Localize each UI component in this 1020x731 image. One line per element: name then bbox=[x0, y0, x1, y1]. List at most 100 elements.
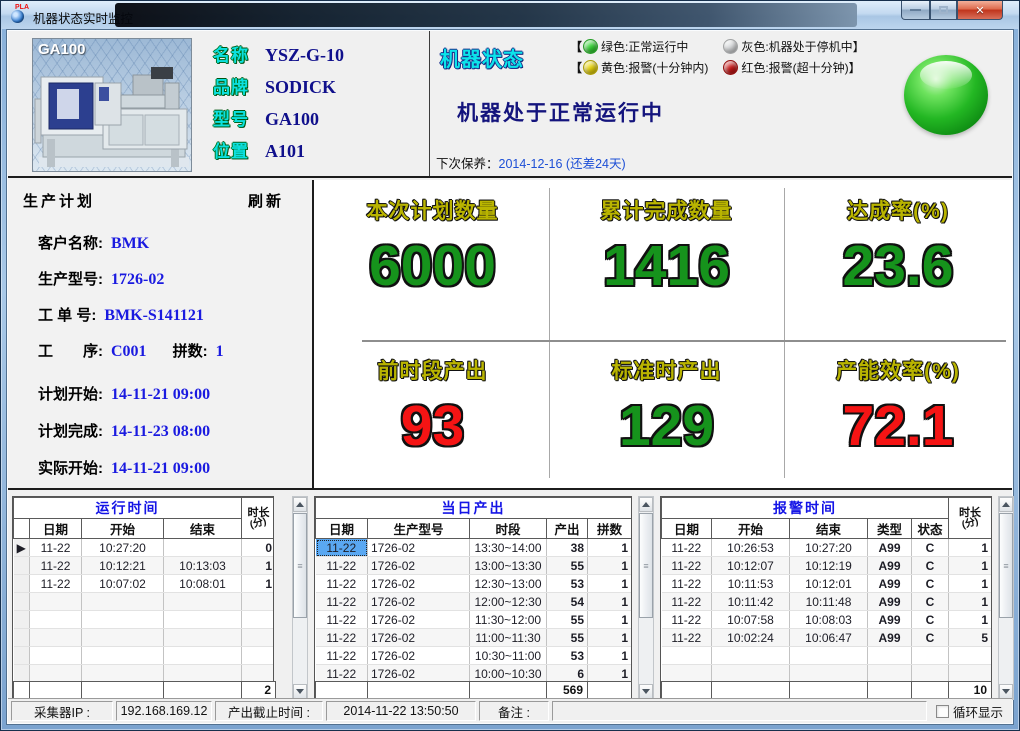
table-cell[interactable]: 10:08:01 bbox=[164, 575, 242, 593]
alarm-col-end[interactable]: 结束 bbox=[790, 519, 868, 539]
table-cell[interactable] bbox=[14, 575, 30, 593]
table-cell[interactable]: 10:07:58 bbox=[712, 611, 790, 629]
table-cell[interactable]: 10:02:24 bbox=[712, 629, 790, 647]
table-cell[interactable]: 1 bbox=[949, 557, 992, 575]
table-cell[interactable]: 55 bbox=[547, 629, 588, 647]
table-row[interactable]: 11-2210:02:2410:06:47A99C5 bbox=[662, 629, 992, 647]
scroll-down-button[interactable] bbox=[999, 684, 1013, 699]
table-cell[interactable]: 11-22 bbox=[662, 593, 712, 611]
table-cell[interactable]: 10:12:19 bbox=[790, 557, 868, 575]
table-cell[interactable]: 11:30~12:00 bbox=[470, 611, 547, 629]
table-cell[interactable] bbox=[14, 557, 30, 575]
table-cell[interactable]: 10:11:53 bbox=[712, 575, 790, 593]
table-cell[interactable]: 10:11:42 bbox=[712, 593, 790, 611]
table-cell[interactable] bbox=[164, 539, 242, 557]
alarm-col-status[interactable]: 状态 bbox=[912, 519, 949, 539]
table-cell[interactable]: 11-22 bbox=[30, 575, 82, 593]
table-cell[interactable]: 10:12:01 bbox=[790, 575, 868, 593]
scroll-thumb[interactable]: ≡ bbox=[639, 513, 653, 618]
table-cell[interactable]: 11-22 bbox=[316, 629, 368, 647]
table-row[interactable]: 11-2210:11:5310:12:01A99C1 bbox=[662, 575, 992, 593]
table-cell[interactable]: 11-22 bbox=[316, 647, 368, 665]
table-cell[interactable]: 1 bbox=[588, 647, 632, 665]
table-cell[interactable]: 11-22 bbox=[662, 557, 712, 575]
table-row[interactable]: 11-221726-0213:30~14:00381 bbox=[316, 539, 632, 557]
table-cell[interactable]: 38 bbox=[547, 539, 588, 557]
table-cell[interactable]: C bbox=[912, 575, 949, 593]
table-cell[interactable]: A99 bbox=[868, 593, 912, 611]
table-cell[interactable]: 1726-02 bbox=[368, 611, 470, 629]
table-cell[interactable]: A99 bbox=[868, 629, 912, 647]
table-cell[interactable]: 1726-02 bbox=[368, 647, 470, 665]
table-row[interactable]: ▶11-2210:27:20 0 bbox=[14, 539, 274, 557]
table-cell[interactable]: 10:12:07 bbox=[712, 557, 790, 575]
table-cell[interactable]: 10:27:20 bbox=[82, 539, 164, 557]
scroll-up-button[interactable] bbox=[293, 497, 307, 512]
table-cell[interactable]: 55 bbox=[547, 611, 588, 629]
table-row[interactable]: 11-221726-0210:00~10:3061 bbox=[316, 665, 632, 682]
table-cell[interactable]: 10:00~10:30 bbox=[470, 665, 547, 682]
table-cell[interactable]: 6 bbox=[547, 665, 588, 682]
table-cell[interactable]: 11-22 bbox=[662, 611, 712, 629]
table-cell[interactable]: 1726-02 bbox=[368, 593, 470, 611]
table-cell[interactable]: 10:07:02 bbox=[82, 575, 164, 593]
output-col-date[interactable]: 日期 bbox=[316, 519, 368, 539]
runtime-col-end[interactable]: 结束 bbox=[164, 519, 242, 539]
runtime-col-date[interactable]: 日期 bbox=[30, 519, 82, 539]
table-cell[interactable]: 11-22 bbox=[662, 575, 712, 593]
alarm-col-type[interactable]: 类型 bbox=[868, 519, 912, 539]
alarm-table-scrollbar[interactable]: ≡ bbox=[998, 496, 1014, 700]
maximize-button[interactable] bbox=[930, 1, 957, 20]
table-cell[interactable]: 1726-02 bbox=[368, 575, 470, 593]
table-cell[interactable]: 11-22 bbox=[316, 539, 368, 557]
table-cell[interactable]: 55 bbox=[547, 557, 588, 575]
table-cell[interactable]: 10:26:53 bbox=[712, 539, 790, 557]
table-cell[interactable]: 0 bbox=[242, 539, 274, 557]
scroll-down-button[interactable] bbox=[293, 684, 307, 699]
table-cell[interactable]: 53 bbox=[547, 647, 588, 665]
alarm-duration-header[interactable]: 时长(分) bbox=[949, 498, 992, 539]
table-cell[interactable]: 1 bbox=[588, 593, 632, 611]
table-cell[interactable]: C bbox=[912, 611, 949, 629]
table-row[interactable]: 11-221726-0211:00~11:30551 bbox=[316, 629, 632, 647]
table-cell[interactable]: 10:11:48 bbox=[790, 593, 868, 611]
table-cell[interactable]: 1 bbox=[588, 665, 632, 682]
table-cell[interactable]: 1 bbox=[588, 539, 632, 557]
table-cell[interactable]: C bbox=[912, 629, 949, 647]
table-cell[interactable]: 11-22 bbox=[316, 665, 368, 682]
table-cell[interactable]: 11-22 bbox=[30, 539, 82, 557]
scroll-up-button[interactable] bbox=[999, 497, 1013, 512]
scroll-up-button[interactable] bbox=[639, 497, 653, 512]
table-row[interactable]: 11-221726-0212:00~12:30541 bbox=[316, 593, 632, 611]
table-cell[interactable]: 11-22 bbox=[662, 539, 712, 557]
runtime-col-start[interactable]: 开始 bbox=[82, 519, 164, 539]
table-row[interactable]: 11-2210:12:2110:13:031 bbox=[14, 557, 274, 575]
loop-display-option[interactable]: 循环显示 bbox=[930, 701, 1009, 721]
table-cell[interactable]: 11-22 bbox=[316, 593, 368, 611]
table-cell[interactable]: 1 bbox=[242, 557, 274, 575]
table-cell[interactable]: 1726-02 bbox=[368, 629, 470, 647]
table-cell[interactable]: C bbox=[912, 539, 949, 557]
scroll-down-button[interactable] bbox=[639, 684, 653, 699]
output-col-count[interactable]: 拼数 bbox=[588, 519, 632, 539]
table-cell[interactable]: ▶ bbox=[14, 539, 30, 557]
table-cell[interactable]: A99 bbox=[868, 539, 912, 557]
table-row[interactable]: 11-221726-0213:00~13:30551 bbox=[316, 557, 632, 575]
table-cell[interactable]: 10:30~11:00 bbox=[470, 647, 547, 665]
close-button[interactable]: ✕ bbox=[957, 1, 1003, 20]
table-cell[interactable]: 13:30~14:00 bbox=[470, 539, 547, 557]
table-cell[interactable]: 1 bbox=[242, 575, 274, 593]
table-cell[interactable]: 11-22 bbox=[316, 575, 368, 593]
table-cell[interactable]: 11-22 bbox=[316, 557, 368, 575]
scroll-thumb[interactable]: ≡ bbox=[293, 513, 307, 618]
table-cell[interactable]: C bbox=[912, 593, 949, 611]
table-cell[interactable]: 10:12:21 bbox=[82, 557, 164, 575]
loop-display-checkbox[interactable] bbox=[936, 705, 949, 718]
alarm-col-start[interactable]: 开始 bbox=[712, 519, 790, 539]
scroll-thumb[interactable]: ≡ bbox=[999, 513, 1013, 618]
table-cell[interactable]: 1726-02 bbox=[368, 539, 470, 557]
table-cell[interactable]: 13:00~13:30 bbox=[470, 557, 547, 575]
table-row[interactable]: 11-221726-0211:30~12:00551 bbox=[316, 611, 632, 629]
table-row[interactable]: 11-2210:11:4210:11:48A99C1 bbox=[662, 593, 992, 611]
table-row[interactable]: 11-221726-0212:30~13:00531 bbox=[316, 575, 632, 593]
